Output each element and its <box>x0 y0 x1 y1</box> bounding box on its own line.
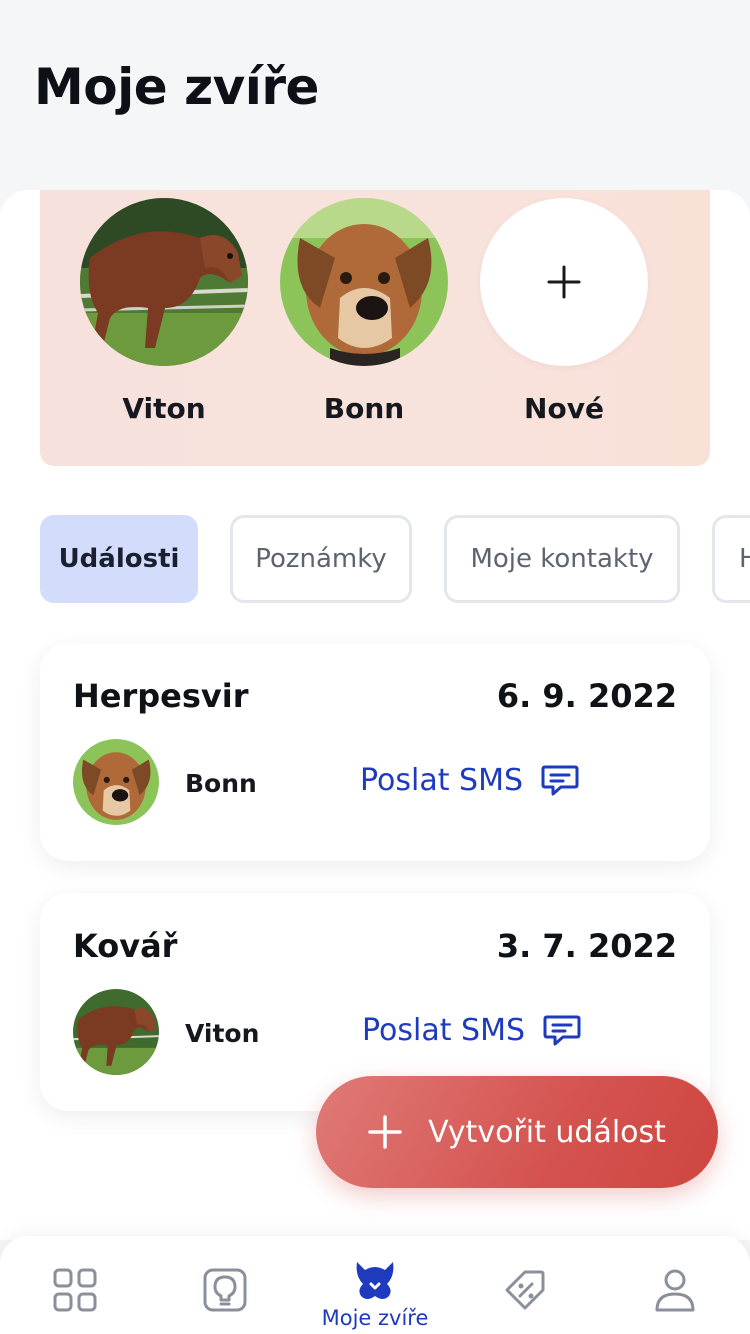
bottom-navigation: Moje zvíře <box>0 1236 750 1334</box>
event-title: Kovář <box>73 927 178 965</box>
tab-bar: Události Poznámky Moje kontakty H <box>40 515 750 603</box>
grid-icon <box>53 1268 97 1312</box>
dog-photo <box>73 739 159 825</box>
dog-photo <box>280 198 448 366</box>
add-pet-button[interactable] <box>480 198 648 366</box>
pet-avatar-bonn[interactable] <box>280 198 448 366</box>
nav-my-pets[interactable]: Moje zvíře <box>315 1258 435 1330</box>
pet-name: Viton <box>122 392 206 425</box>
send-sms-link[interactable]: Poslat SMS <box>362 1013 581 1048</box>
pet-item-viton[interactable]: Viton <box>80 198 248 425</box>
pets-carousel: Viton Bonn Nové <box>40 190 710 466</box>
nav-label: Moje zvíře <box>321 1306 429 1330</box>
create-event-label: Vytvořit událost <box>428 1114 666 1150</box>
create-event-button[interactable]: Vytvořit událost <box>316 1076 718 1188</box>
send-sms-label: Poslat SMS <box>362 1013 525 1048</box>
event-pet-avatar <box>73 989 159 1075</box>
discount-tag-icon <box>505 1270 545 1310</box>
message-icon <box>541 765 579 795</box>
send-sms-link[interactable]: Poslat SMS <box>360 763 579 798</box>
pet-name: Bonn <box>323 392 405 425</box>
nav-discounts[interactable] <box>465 1266 585 1314</box>
user-icon <box>655 1269 695 1312</box>
event-card-herpesvir[interactable]: Herpesvir 6. 9. 2022 Bonn Poslat SMS <box>40 643 710 861</box>
tab-more[interactable]: H <box>712 515 750 603</box>
event-pet-name: Viton <box>185 1019 260 1048</box>
nav-tips[interactable] <box>165 1266 285 1314</box>
pet-icon <box>356 1262 394 1299</box>
send-sms-label: Poslat SMS <box>360 763 523 798</box>
page-title: Moje zvíře <box>34 58 319 116</box>
event-pet-avatar <box>73 739 159 825</box>
horse-photo <box>73 989 159 1075</box>
event-title: Herpesvir <box>73 677 249 715</box>
tab-events[interactable]: Události <box>40 515 198 603</box>
event-pet-name: Bonn <box>185 769 257 798</box>
tab-notes[interactable]: Poznámky <box>230 515 412 603</box>
event-date: 3. 7. 2022 <box>496 927 677 965</box>
lightbulb-icon <box>203 1268 247 1312</box>
pet-item-new[interactable]: Nové <box>480 198 648 425</box>
nav-profile[interactable] <box>615 1266 735 1314</box>
event-date: 6. 9. 2022 <box>496 677 677 715</box>
nav-dashboard[interactable] <box>15 1266 135 1314</box>
message-icon <box>543 1015 581 1045</box>
tab-contacts[interactable]: Moje kontakty <box>444 515 680 603</box>
horse-photo <box>80 198 248 366</box>
pet-item-bonn[interactable]: Bonn <box>280 198 448 425</box>
plus-icon <box>368 1115 402 1149</box>
pet-avatar-viton[interactable] <box>80 198 248 366</box>
pet-name: Nové <box>524 392 604 425</box>
plus-icon <box>547 265 581 299</box>
